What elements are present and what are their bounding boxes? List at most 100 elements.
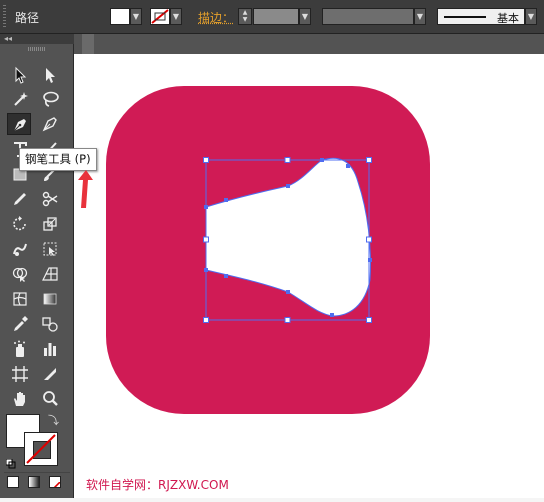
swap-fill-stroke-icon[interactable]: ⤵ [48,412,59,428]
collapse-panel-button[interactable]: ◂◂ [0,34,74,44]
stroke-panel-link[interactable]: 描边： [198,9,234,26]
symbol-sprayer-tool-icon [14,340,25,357]
slice-tool-button[interactable] [38,363,62,385]
pen-tool-button[interactable] [7,113,31,135]
artwork [106,86,430,414]
bbox-handle-bottom-middle[interactable] [284,317,291,323]
scissors-tool-button[interactable] [38,188,62,210]
anchor-point[interactable] [368,258,372,262]
warp-tool-button[interactable] [8,238,32,260]
shape-builder-tool-icon [12,267,28,282]
shape-builder-tool-button[interactable] [8,263,32,285]
brush-definition-dropdown[interactable]: ▼ [525,8,537,25]
perspective-grid-tool-icon [42,267,58,281]
lasso-tool-icon [43,91,59,107]
stroke-swatch[interactable] [150,8,170,25]
bbox-handle-top-right[interactable] [366,157,372,163]
annotation-arrow [78,170,93,208]
document-tab[interactable] [82,34,94,54]
eyedropper-tool-button[interactable] [8,313,32,335]
bbox-handle-top-left[interactable] [203,157,209,163]
blend-tool-icon [42,317,58,332]
stroke-weight-dropdown[interactable]: ▼ [299,8,311,25]
selection-type-label: 路径 [15,11,40,25]
anchor-point[interactable] [286,290,290,294]
blend-tool-button[interactable] [38,313,62,335]
bbox-handle-bottom-left[interactable] [203,317,209,323]
artboard-tool-icon [12,366,28,382]
variable-width-dropdown[interactable]: ▼ [414,8,426,25]
gradient-tool-button[interactable] [38,288,62,310]
lasso-tool-button[interactable] [38,88,62,110]
bbox-handle-middle-left[interactable] [203,236,209,243]
scale-tool-button[interactable] [38,213,62,235]
bbox-handle-middle-right[interactable] [366,236,372,243]
anchor-point[interactable] [204,205,208,209]
anchor-point[interactable] [346,164,350,168]
none-mode-button[interactable] [49,476,61,488]
pencil-tool-icon [14,193,26,205]
brush-definition-select[interactable]: 基本 [437,8,525,25]
direct-selection-tool-icon [46,68,55,83]
magic-wand-tool-icon [14,92,28,106]
perspective-grid-tool-button[interactable] [38,263,62,285]
default-fill-stroke-icon[interactable] [5,454,16,469]
artboard-canvas[interactable] [74,54,544,498]
curvature-tool-icon [42,117,57,132]
anchor-point[interactable] [286,184,290,188]
hand-tool-icon [14,392,25,406]
watermark-text: 软件自学网：RJZXW.COM [86,478,229,492]
bbox-handle-bottom-right[interactable] [366,317,372,323]
zoom-tool-button[interactable] [38,388,62,410]
selection-tool-icon [15,66,27,84]
column-graph-tool-button[interactable] [38,338,62,360]
pen-tool-icon [13,119,26,132]
zoom-tool-icon [43,391,58,406]
bbox-handle-top-middle[interactable] [284,157,291,163]
anchor-point[interactable] [224,274,228,278]
stroke-colon: ： [222,11,235,25]
no-stroke-icon [151,9,169,24]
column-graph-tool-icon [44,343,56,356]
gradient-tool-icon [43,293,57,305]
rotate-tool-icon [13,216,26,231]
eyedropper-tool-icon [14,316,28,331]
stroke-label-text: 描边 [198,11,223,25]
control-bar-grip[interactable] [3,5,6,27]
anchor-point[interactable] [204,268,208,272]
magic-wand-tool-button[interactable] [8,88,32,110]
fill-dropdown[interactable]: ▼ [130,8,142,25]
anchor-point[interactable] [320,158,324,162]
stroke-weight-input[interactable] [253,8,299,25]
symbol-sprayer-tool-button[interactable] [8,338,32,360]
curvature-tool-button[interactable] [38,113,62,135]
fill-swatch[interactable] [110,8,130,25]
tools-panel: ◂◂ ⤵ [0,34,74,498]
artboard-tool-button[interactable] [8,363,32,385]
color-mode-button[interactable] [7,476,19,488]
tools-panel-grip[interactable] [28,47,46,51]
hand-tool-button[interactable] [8,388,32,410]
warp-tool-icon [13,243,27,256]
gradient-mode-button[interactable] [28,476,40,488]
control-bar: 路径 ▼ ▼ 描边： ▲ ▼ ▼ ▼ 基本 ▼ [0,0,544,34]
brush-definition-label: 基本 [497,12,519,25]
slice-tool-icon [44,368,56,380]
direct-selection-tool-button[interactable] [38,64,62,86]
stroke-weight-spinner[interactable]: ▲ ▼ [238,8,252,25]
anchor-point[interactable] [330,313,334,317]
scissors-tool-icon [42,191,58,207]
brush-stroke-preview [444,16,486,18]
anchor-point[interactable] [224,198,228,202]
selection-tool-button[interactable] [8,64,32,86]
mesh-tool-button[interactable] [8,288,32,310]
variable-width-profile[interactable] [322,8,414,25]
pencil-tool-button[interactable] [8,188,32,210]
none-stroke-icon [26,434,56,464]
stroke-dropdown[interactable]: ▼ [170,8,182,25]
free-transform-tool-button[interactable] [38,238,62,260]
rotate-tool-button[interactable] [8,213,32,235]
stroke-color-box[interactable] [24,432,58,466]
tools-divider [4,472,70,473]
scale-tool-icon [43,217,57,231]
